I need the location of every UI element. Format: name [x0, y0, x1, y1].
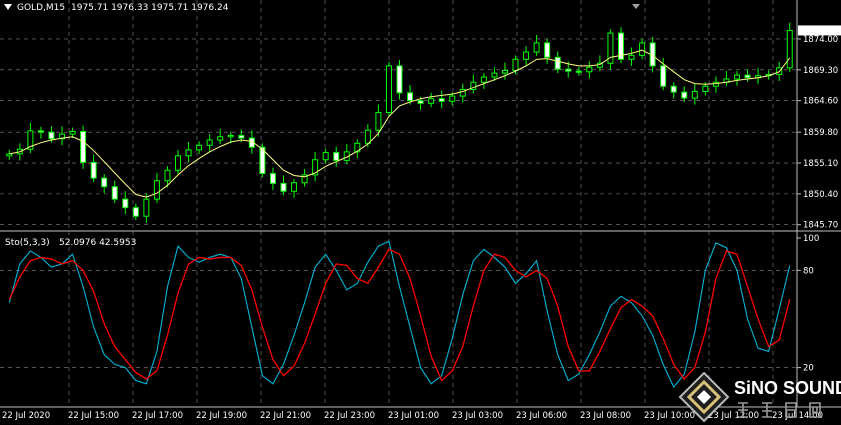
candle-body [449, 95, 456, 102]
candle-body [586, 66, 593, 73]
stoch-axis-label: 80 [803, 266, 814, 276]
time-axis-label: 23 Jul 06:00 [516, 411, 567, 421]
candle-body [153, 180, 160, 200]
time-axis-label: 22 Jul 17:00 [132, 411, 183, 421]
candle-body [122, 198, 129, 209]
last-price-marker [798, 25, 841, 36]
price-axis-label: 1869.30 [803, 66, 838, 76]
candle-body [238, 134, 245, 139]
shift-marker-icon [632, 4, 640, 9]
time-axis-label: 23 Jul 08:00 [580, 411, 631, 421]
candle-body [185, 149, 192, 157]
candle-body [333, 152, 340, 161]
candle-body [269, 173, 276, 184]
price-axis-label: 1855.10 [803, 159, 838, 169]
candle-body [396, 65, 403, 94]
candle-body [660, 65, 667, 87]
watermark-logo: SiNO SOUND [678, 371, 841, 423]
candle-body [101, 177, 108, 188]
candle-body [364, 129, 371, 144]
candle-body [280, 182, 287, 192]
panel-collapse-icon [4, 4, 12, 10]
symbol-label: GOLD,M15 [17, 3, 66, 13]
candle-body [786, 29, 793, 69]
candle-body [512, 58, 519, 71]
candle-body [691, 90, 698, 99]
price-axis-label: 1859.80 [803, 128, 838, 138]
price-axis-label: 1864.60 [803, 97, 838, 107]
candle-body [417, 100, 424, 104]
chart-canvas: 22 Jul 2020 22 Jul 15:00 22 Jul 17:00 22 Ju… [0, 0, 841, 421]
candle-body [69, 131, 76, 135]
time-axis-label: 23 Jul 03:00 [452, 411, 503, 421]
candle-body [217, 136, 224, 141]
time-axis-label: 22 Jul 19:00 [196, 411, 247, 421]
time-axis-label: 22 Jul 23:00 [324, 411, 375, 421]
candle-body [744, 74, 751, 79]
indicator-values-label: 52.0976 42.5953 [59, 238, 137, 248]
candle-body [48, 131, 55, 140]
diamond-emblem-icon [678, 371, 730, 423]
candle-body [407, 92, 414, 102]
candle-body [132, 207, 139, 217]
candle-body [533, 42, 540, 53]
candle-body [681, 91, 688, 99]
indicator-name-label: Sto(5,3,3) [5, 238, 50, 248]
candle-body [143, 198, 150, 217]
candle-body [575, 70, 582, 73]
candle-body [670, 85, 677, 93]
candle-body [175, 155, 182, 171]
candle-body [565, 68, 572, 72]
candle-body [501, 69, 508, 74]
watermark-brand-text: SiNO SOUND [734, 378, 841, 398]
candle-body [438, 98, 445, 102]
stoch-axis-label: 100 [803, 234, 819, 244]
candle-body [37, 130, 44, 133]
candle-body [428, 98, 435, 104]
candle-body [6, 153, 13, 157]
candle-body [712, 81, 719, 87]
candle-body [164, 169, 171, 182]
candle-body [322, 152, 329, 161]
candle-body [702, 85, 709, 92]
candle-body [291, 182, 298, 192]
candle-body [385, 65, 392, 113]
candle-body [544, 42, 551, 58]
candle-body [491, 72, 498, 78]
price-axis-label: 1874.00 [803, 35, 838, 45]
candle-body [375, 111, 382, 131]
candle-body [80, 131, 87, 163]
candle-body [206, 139, 213, 146]
time-axis-label: 23 Jul 01:00 [388, 411, 439, 421]
candle-body [227, 134, 234, 138]
candle-body [196, 144, 203, 151]
ohlc-label: 1975.71 1976.33 1975.71 1976.24 [71, 3, 229, 13]
candle-body [523, 51, 530, 60]
time-axis-label: 22 Jul 15:00 [68, 411, 119, 421]
stoch-main-line [8, 240, 791, 389]
time-axis-label: 22 Jul 2020 [2, 411, 50, 421]
price-axis-label: 1845.70 [803, 221, 838, 231]
time-axis-label: 22 Jul 21:00 [260, 411, 311, 421]
candle-body [554, 56, 561, 70]
candle-body [639, 42, 646, 56]
candle-body [90, 161, 97, 179]
candle-body [480, 76, 487, 83]
trading-terminal: 22 Jul 2020 22 Jul 15:00 22 Jul 17:00 22 Ju… [0, 0, 841, 425]
candle-body [628, 54, 635, 60]
price-axis-label: 1850.40 [803, 190, 838, 200]
stoch-signal-line [8, 248, 791, 382]
watermark-glyph-mark [738, 402, 821, 418]
candle-body [733, 74, 740, 80]
candle-body [111, 186, 118, 200]
